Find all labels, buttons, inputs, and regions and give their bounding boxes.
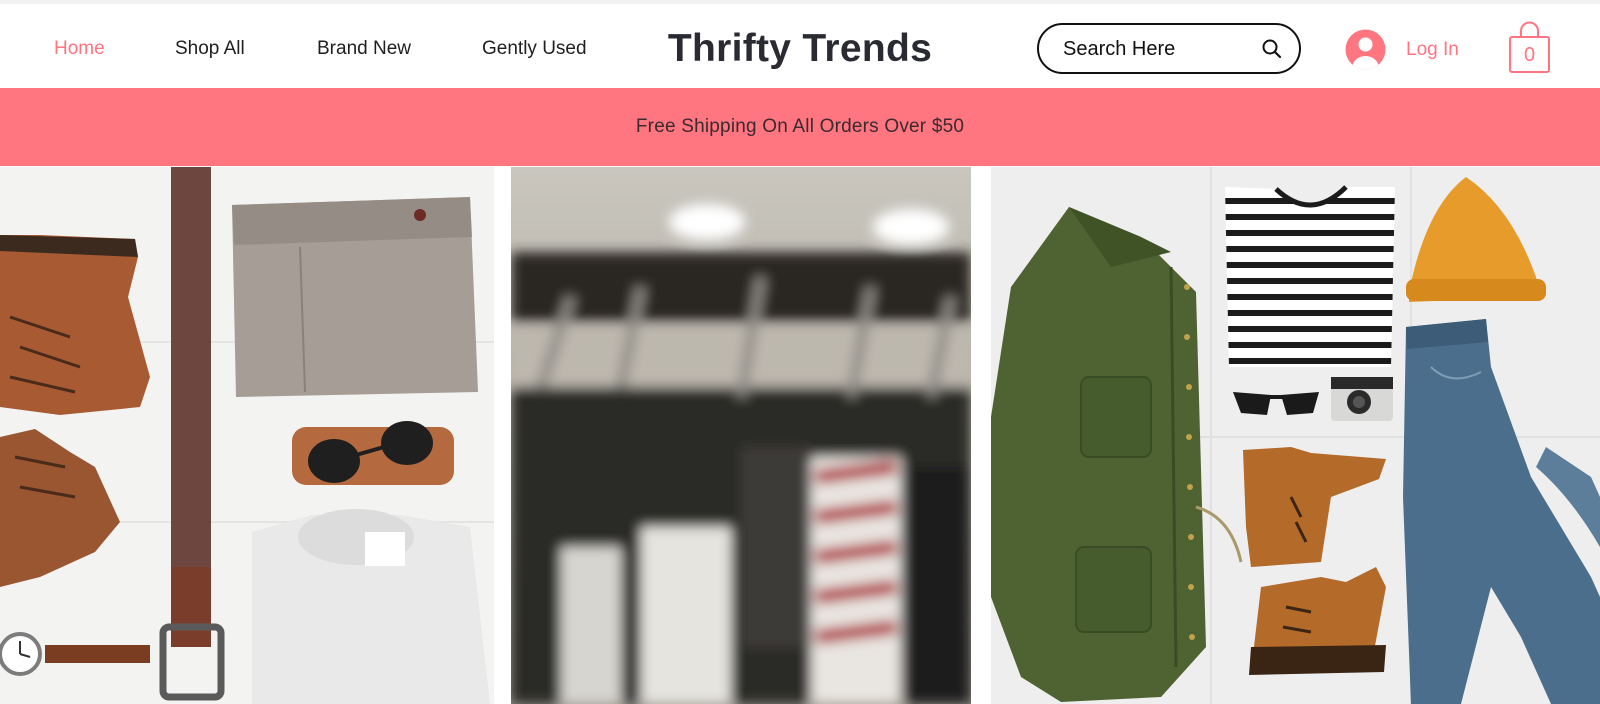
flat-lay-casual-outfit-photo bbox=[991, 167, 1600, 704]
gallery-tile-flat-lay-menswear[interactable] bbox=[0, 167, 494, 704]
cart-button[interactable]: 0 bbox=[1507, 20, 1552, 74]
gallery-tile-clothing-rack[interactable] bbox=[511, 167, 971, 704]
cart-count: 0 bbox=[1523, 44, 1536, 66]
nav-brand-new[interactable]: Brand New bbox=[317, 38, 411, 60]
search-icon[interactable] bbox=[1261, 38, 1283, 60]
promo-banner: Free Shipping On All Orders Over $50 bbox=[0, 88, 1600, 166]
gallery-tile-flat-lay-outfit[interactable] bbox=[991, 167, 1600, 704]
nav-shop-all[interactable]: Shop All bbox=[175, 38, 245, 60]
login-label: Log In bbox=[1406, 39, 1459, 60]
clothing-rack-hangers-photo bbox=[511, 167, 971, 704]
flat-lay-menswear-photo bbox=[0, 167, 494, 704]
promo-banner-text: Free Shipping On All Orders Over $50 bbox=[635, 116, 965, 137]
site-header: Home Shop All Brand New Gently Used Thri… bbox=[0, 4, 1600, 88]
nav-home[interactable]: Home bbox=[54, 38, 105, 60]
search-input[interactable] bbox=[1063, 37, 1253, 61]
user-avatar-icon bbox=[1345, 29, 1386, 70]
search-box bbox=[1037, 23, 1301, 74]
nav-gently-used[interactable]: Gently Used bbox=[482, 38, 587, 60]
site-logo-title[interactable]: Thrifty Trends bbox=[600, 26, 1000, 72]
